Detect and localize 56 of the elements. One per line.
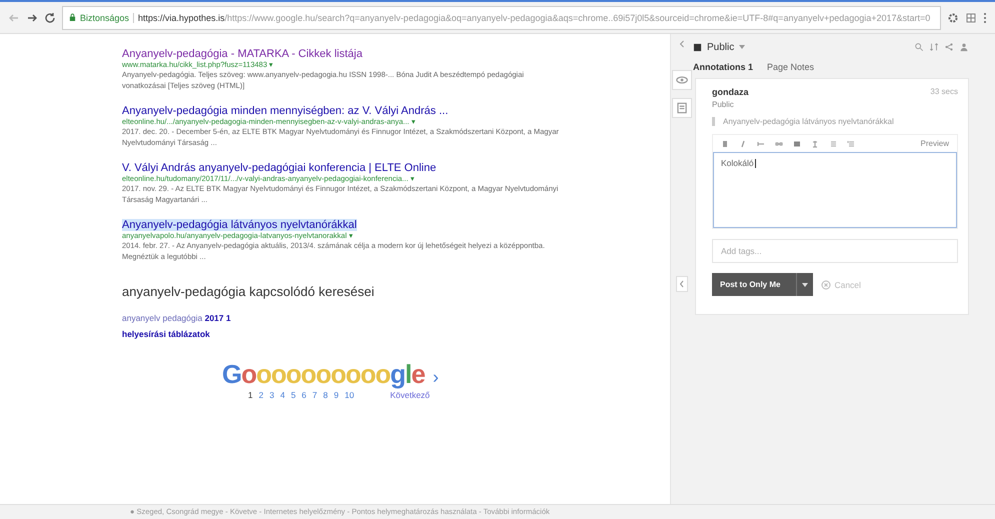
gear-icon[interactable] [947, 12, 959, 24]
google-logo: Goooooooooogle [222, 359, 425, 390]
related-search-link[interactable]: anyanyelv pedagógia 2017 1 [122, 313, 670, 323]
result-title-link[interactable]: Anyanyelv-pedagógia látványos nyelvtanórákkal [122, 219, 357, 231]
related-searches-heading: anyanyelv-pedagógia kapcsolódó keresései [122, 284, 376, 299]
page-number[interactable]: 4 [280, 390, 285, 400]
grid-icon[interactable] [965, 12, 977, 24]
page-number[interactable]: 7 [312, 390, 318, 400]
user-icon[interactable] [959, 42, 969, 52]
next-arrow[interactable]: › [432, 367, 439, 388]
italic-icon[interactable] [739, 140, 747, 148]
page-number[interactable]: 9 [334, 390, 339, 400]
note-icon[interactable] [672, 98, 692, 118]
page-number[interactable]: 3 [269, 390, 274, 400]
group-selector[interactable]: Public [707, 42, 734, 52]
back-icon[interactable] [8, 12, 20, 24]
search-icon[interactable] [914, 42, 924, 52]
result-title-link[interactable]: Anyanyelv-pedagógia - MATARKA - Cikkek listája [122, 48, 562, 60]
related-search-link[interactable]: helyesírási táblázatok [122, 329, 670, 339]
menu-icon[interactable] [983, 12, 987, 24]
share-icon[interactable] [944, 42, 954, 52]
post-button[interactable]: Post to Only Me [712, 273, 796, 296]
visibility-label: Public [712, 100, 735, 109]
image-icon[interactable] [793, 140, 801, 148]
annotation-quote: Anyanyelv-pedagógia látványos nyelvtanórákkal [712, 117, 958, 126]
result-title-link[interactable]: Anyanyelv-pedagógia minden mennyiségben: az V. Vályi András ... [122, 105, 562, 117]
next-page-link[interactable]: Következő [390, 390, 430, 400]
bold-icon[interactable] [721, 140, 729, 148]
page-number[interactable]: 5 [290, 390, 296, 400]
page-number[interactable]: 1 [248, 390, 253, 400]
reload-icon[interactable] [44, 12, 56, 24]
expand-handle[interactable] [676, 276, 688, 292]
result-title-link[interactable]: V. Vályi András anyanyelv-pedagógiai konferencia | ELTE Online [122, 162, 562, 174]
eye-icon[interactable] [672, 70, 692, 90]
numbered-list-icon[interactable] [847, 140, 855, 148]
page-number[interactable]: 8 [323, 390, 328, 400]
page-number[interactable]: 2 [258, 390, 264, 400]
page-number[interactable]: 10 [344, 390, 354, 400]
preview-button[interactable]: Preview [920, 139, 949, 148]
address-bar[interactable]: Biztonságos https://via.hypothes.is/https://www.google.hu/search?q=anyanyelv-pedagogia&oq=anyanyelv-pedagogia&aqs=chrome..69i57j0l5&sourceid=chrome&ie=UTF-8#q=anyanyelv+pedagogia+2017&start=0 [62, 6, 941, 30]
sidebar-tab[interactable]: Page Notes [767, 62, 814, 72]
forward-icon[interactable] [26, 12, 38, 24]
annotation-text-field[interactable]: Kolokáló [713, 152, 957, 228]
username[interactable]: gondaza [712, 87, 749, 97]
link-icon[interactable] [775, 140, 783, 148]
page-number[interactable]: 6 [302, 390, 306, 400]
sidebar-tab[interactable]: Annotations 1 [693, 62, 753, 72]
caret-icon[interactable] [796, 273, 814, 296]
list-icon[interactable] [829, 140, 837, 148]
collapse-icon[interactable] [679, 40, 685, 48]
sort-icon[interactable] [929, 42, 939, 52]
secure-label: Biztonságos [80, 12, 130, 22]
url-text: https://via.hypothes.is/https://www.google.hu/search?q=anyanyelv-pedagogia&oq=anyanyelv-pedagogia&aqs=chrome..69i57j0l5&sourceid=chrome&ie=UTF-8#q=anyanyelv+pedagogia+2017&start=0 [138, 12, 930, 22]
lock-icon [69, 13, 76, 22]
close-icon[interactable] [821, 280, 832, 290]
timestamp: 33 secs [930, 87, 958, 97]
